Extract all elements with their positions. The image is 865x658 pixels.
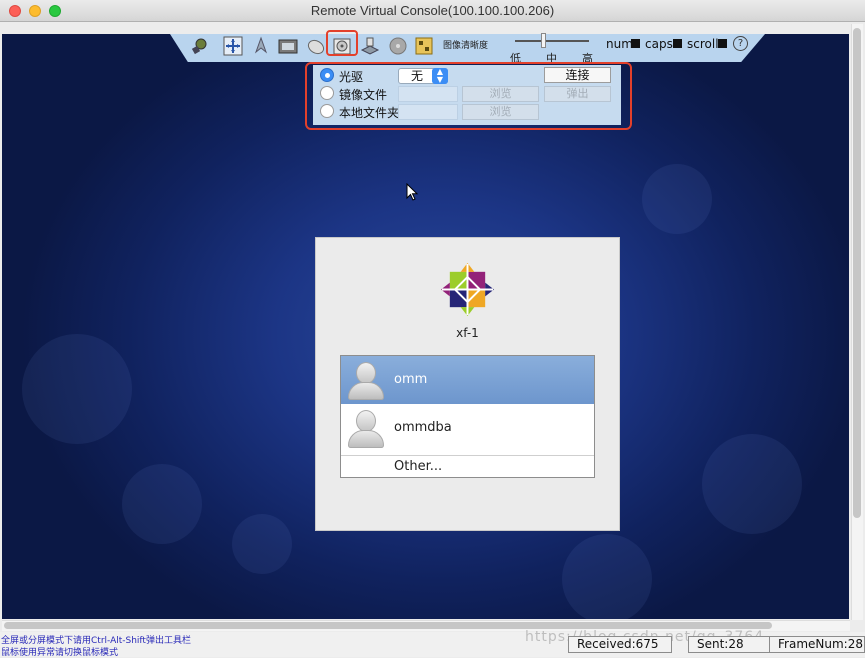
browse-folder-button[interactable]: 浏览 xyxy=(462,104,539,120)
mouse-pointer-icon xyxy=(406,183,419,201)
caps-lock-label: caps xyxy=(645,37,673,51)
image-file-radio[interactable] xyxy=(320,86,334,100)
user-name: omm xyxy=(394,372,428,387)
floppy-icon[interactable] xyxy=(360,36,380,56)
eject-button[interactable]: 弹出 xyxy=(544,86,611,102)
window-title: Remote Virtual Console(100.100.100.206) xyxy=(310,3,555,18)
user-avatar-icon xyxy=(346,360,386,400)
desktop-bokeh xyxy=(702,434,802,534)
mouse-icon[interactable] xyxy=(306,36,326,56)
image-quality-label: 图像清晰度 xyxy=(443,41,489,51)
received-counter: Received:675 xyxy=(568,636,672,653)
scroll-lock-indicator xyxy=(718,39,727,48)
local-folder-path-field[interactable] xyxy=(398,104,458,120)
cd-drive-option-label: 光驱 xyxy=(339,70,364,84)
keyboard-icon[interactable] xyxy=(190,36,210,56)
other-user-row[interactable]: Other... xyxy=(341,455,594,477)
desktop-bokeh xyxy=(562,534,652,619)
user-row-omm[interactable]: omm xyxy=(341,356,594,404)
browse-image-button[interactable]: 浏览 xyxy=(462,86,539,102)
mouse-mode-hint: 鼠标使用异常请切换鼠标模式 xyxy=(1,648,119,658)
desktop-bokeh xyxy=(642,164,712,234)
image-file-option-label: 镜像文件 xyxy=(339,88,388,102)
num-lock-label: num xyxy=(606,37,633,51)
screenshot-icon[interactable] xyxy=(278,36,298,56)
local-folder-option-label: 本地文件夹 xyxy=(339,106,400,120)
vertical-scroll-thumb[interactable] xyxy=(853,28,861,518)
centos-logo xyxy=(440,262,495,317)
other-user-label: Other... xyxy=(394,459,443,474)
horizontal-scroll-thumb[interactable] xyxy=(4,622,772,629)
quality-slider-knob[interactable] xyxy=(541,33,546,48)
desktop-bokeh xyxy=(232,514,292,574)
desktop-bokeh xyxy=(22,334,132,444)
connect-button[interactable]: 连接 xyxy=(544,67,611,83)
window-titlebar: Remote Virtual Console(100.100.100.206) xyxy=(0,0,865,22)
sent-counter: Sent:28 xyxy=(688,636,770,653)
num-lock-indicator xyxy=(631,39,640,48)
user-name: ommdba xyxy=(394,420,452,435)
desktop-bokeh xyxy=(122,464,202,544)
cd-drive-highlight xyxy=(326,30,358,56)
frame-counter: FrameNum:28 xyxy=(769,636,865,653)
image-file-path-field[interactable] xyxy=(398,86,458,102)
help-icon[interactable]: ? xyxy=(733,36,748,51)
disk-icon[interactable] xyxy=(388,36,408,56)
local-folder-radio[interactable] xyxy=(320,104,334,118)
caps-lock-indicator xyxy=(673,39,682,48)
user-avatar-icon xyxy=(346,408,386,448)
user-row-ommdba[interactable]: ommdba xyxy=(341,404,594,452)
power-icon[interactable] xyxy=(251,36,271,56)
quality-slider-track[interactable] xyxy=(515,40,589,42)
scroll-lock-label: scroll xyxy=(687,37,719,51)
select-arrows-icon[interactable]: ▲ ▼ xyxy=(432,68,448,84)
cd-drive-radio[interactable] xyxy=(320,68,334,82)
config-icon[interactable] xyxy=(414,36,434,56)
mouse-move-icon[interactable] xyxy=(223,36,243,56)
host-name: xf-1 xyxy=(456,326,479,340)
